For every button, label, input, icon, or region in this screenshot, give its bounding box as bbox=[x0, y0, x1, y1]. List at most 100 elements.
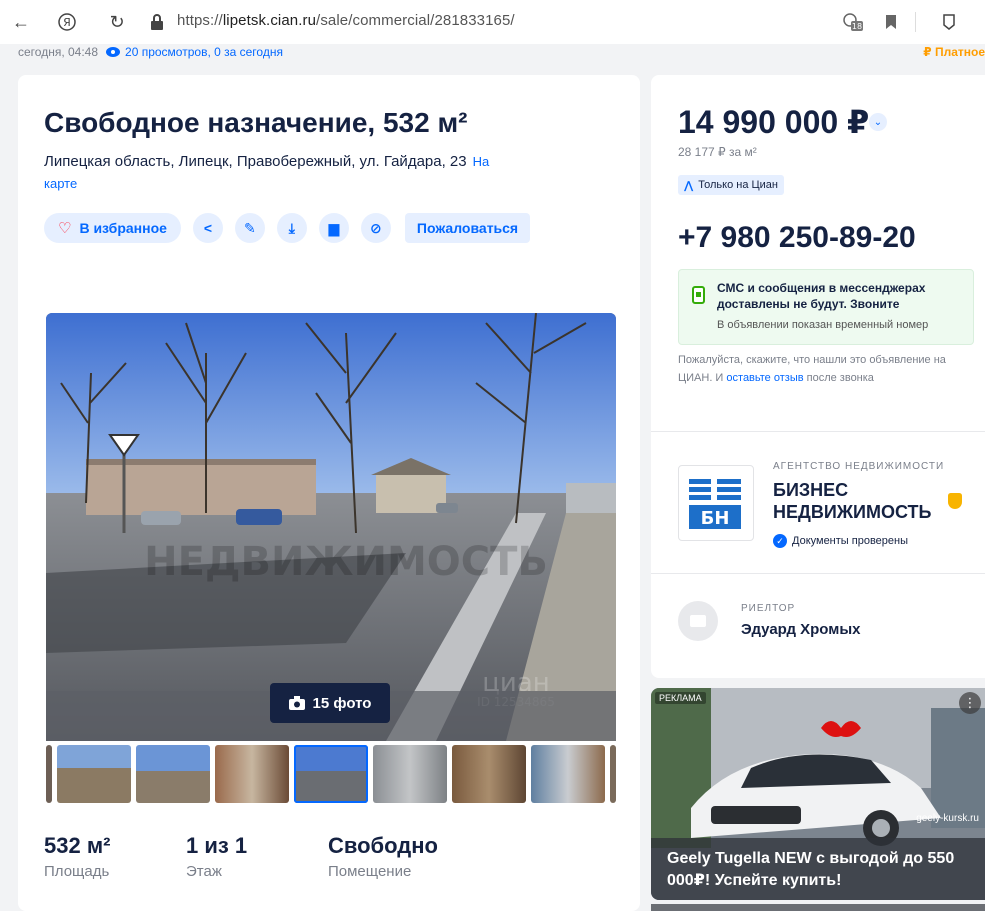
photo-count-button[interactable]: 15 фото bbox=[270, 683, 390, 723]
publish-date: сегодня, 04:48 bbox=[18, 45, 99, 59]
thumbnail[interactable] bbox=[610, 745, 616, 803]
stat-value: Свободно bbox=[328, 833, 438, 858]
hide-button[interactable]: ⊘ bbox=[360, 213, 391, 243]
listing-stats: 532 м² Площадь 1 из 1 Этаж Свободно Поме… bbox=[44, 833, 470, 880]
camera-icon bbox=[288, 696, 305, 710]
only-cian-label: Только на Циан bbox=[698, 179, 778, 191]
thumbnail[interactable] bbox=[57, 745, 131, 803]
street-photo-image: НЕДВИЖИМОСТЬ циан ID 12534865 bbox=[46, 313, 616, 741]
ad-tag: РЕКЛАМА bbox=[655, 692, 706, 704]
thumbnail[interactable] bbox=[136, 745, 210, 803]
yandex-icon[interactable]: Я bbox=[56, 11, 78, 33]
stat-label: Помещение bbox=[328, 863, 412, 880]
stat-area: 532 м² Площадь bbox=[44, 833, 186, 880]
listing-title: Свободное назначение, 532 м² bbox=[44, 107, 468, 138]
download-arrow-icon: ⤓ bbox=[288, 219, 295, 236]
printer-icon: ▆ bbox=[328, 219, 340, 236]
toolbar-divider bbox=[915, 12, 916, 32]
documents-verified: ✓ Документы проверены bbox=[773, 534, 908, 548]
next-ad-edge bbox=[651, 904, 985, 911]
stat-value: 532 м² bbox=[44, 833, 111, 858]
complain-button[interactable]: Пожаловаться bbox=[404, 213, 531, 243]
agency-logo-image: БН bbox=[689, 479, 741, 529]
leave-review-link[interactable]: оставьте отзыв bbox=[726, 372, 803, 384]
share-icon: < bbox=[203, 220, 212, 236]
price-per-meter: 28 177 ₽ за м² bbox=[678, 145, 757, 159]
browser-toolbar: ← Я ↻ https://lipetsk.cian.ru/sale/comme… bbox=[0, 0, 985, 44]
realtor-type: РИЕЛТОР bbox=[741, 603, 796, 614]
paid-badge: ₽ Платное bbox=[923, 45, 985, 59]
listing-meta: сегодня, 04:48 20 просмотров, 0 за сегод… bbox=[18, 45, 283, 59]
ad-domain: geely-kursk.ru bbox=[916, 813, 979, 824]
cian-mark-icon: ⋀ bbox=[684, 179, 694, 192]
agency-type: АГЕНТСТВО НЕДВИЖИМОСТИ bbox=[773, 461, 945, 472]
briefcase-icon bbox=[690, 615, 706, 627]
thumbnail[interactable] bbox=[46, 745, 52, 803]
address-text: Липецкая область, Липецк, Правобережный,… bbox=[44, 153, 467, 170]
svg-text:Я: Я bbox=[63, 16, 71, 29]
check-badge-icon: ✓ bbox=[773, 534, 787, 548]
photo-count-label: 15 фото bbox=[312, 694, 372, 712]
share-button[interactable]: < bbox=[192, 213, 223, 243]
extensions-badge: 18 bbox=[852, 22, 862, 31]
lock-icon bbox=[146, 11, 168, 33]
sidebar-divider bbox=[651, 573, 985, 574]
realtor-avatar[interactable] bbox=[678, 601, 718, 641]
eye-icon bbox=[106, 47, 121, 57]
realtor-name[interactable]: Эдуард Хромых bbox=[741, 621, 861, 638]
price-sidebar: 14 990 000 ₽ ⌄ 28 177 ₽ за м² ⋀ Только н… bbox=[651, 75, 985, 678]
back-arrow-icon[interactable]: ← bbox=[10, 11, 32, 33]
phone-lock-icon bbox=[692, 286, 705, 304]
stat-value: 1 из 1 bbox=[186, 833, 248, 858]
sms-warning-box: СМС и сообщения в мессенджерах доставлен… bbox=[678, 269, 974, 345]
pencil-icon: ✎ bbox=[244, 219, 256, 236]
agency-logo[interactable]: БН bbox=[678, 465, 754, 541]
views-counter[interactable]: 20 просмотров, 0 за сегодня bbox=[106, 45, 283, 59]
feedback-text-after: после звонка bbox=[803, 372, 874, 384]
thumbnail[interactable] bbox=[452, 745, 526, 803]
thumbnail[interactable] bbox=[215, 745, 289, 803]
documents-verified-label: Документы проверены bbox=[792, 535, 909, 547]
agency-logo-text: БН bbox=[701, 508, 730, 529]
stat-premises: Свободно Помещение bbox=[328, 833, 470, 880]
eye-off-icon: ⊘ bbox=[370, 219, 382, 236]
only-cian-badge: ⋀ Только на Циан bbox=[678, 175, 784, 195]
print-button[interactable]: ▆ bbox=[318, 213, 349, 243]
ad-headline[interactable]: Geely Tugella NEW с выгодой до 550 000₽!… bbox=[667, 848, 967, 892]
thumbnail[interactable] bbox=[531, 745, 605, 803]
bookmark-icon[interactable] bbox=[880, 11, 902, 33]
price-history-chevron-icon[interactable]: ⌄ bbox=[869, 113, 887, 131]
shield-icon bbox=[948, 493, 962, 509]
photo-watermark: НЕДВИЖИМОСТЬ bbox=[144, 539, 548, 585]
stat-floor: 1 из 1 Этаж bbox=[186, 833, 328, 880]
reload-icon[interactable]: ↻ bbox=[106, 11, 128, 33]
main-photo[interactable]: НЕДВИЖИМОСТЬ циан ID 12534865 15 фото bbox=[46, 313, 616, 741]
edit-button[interactable]: ✎ bbox=[234, 213, 265, 243]
listing-card: Свободное назначение, 532 м² Липецкая об… bbox=[18, 75, 640, 911]
url-scheme: https:// bbox=[177, 12, 223, 29]
heart-icon: ♡ bbox=[58, 220, 72, 237]
stat-label: Площадь bbox=[44, 863, 110, 880]
listing-address: Липецкая область, Липецк, Правобережный,… bbox=[44, 151, 524, 195]
thumbnail-active[interactable] bbox=[294, 745, 368, 803]
views-text: 20 просмотров, 0 за сегодня bbox=[125, 45, 283, 59]
listing-actions: ♡ В избранное < ✎ ⤓ ▆ ⊘ Пожаловаться bbox=[44, 213, 531, 243]
sidebar-divider bbox=[651, 431, 985, 432]
agency-name[interactable]: БИЗНЕС НЕДВИЖИМОСТЬ bbox=[773, 479, 948, 523]
price: 14 990 000 ₽ bbox=[678, 104, 870, 140]
address-bar[interactable]: https://lipetsk.cian.ru/sale/commercial/… bbox=[177, 12, 515, 29]
stat-label: Этаж bbox=[186, 863, 222, 880]
favorite-button[interactable]: ♡ В избранное bbox=[44, 213, 181, 243]
download-icon[interactable] bbox=[938, 11, 960, 33]
more-options-icon[interactable]: ⋮ bbox=[959, 692, 981, 714]
favorite-label: В избранное bbox=[79, 220, 167, 236]
sms-warning-text: СМС и сообщения в мессенджерах доставлен… bbox=[717, 281, 926, 311]
download-button[interactable]: ⤓ bbox=[276, 213, 307, 243]
ad-banner[interactable]: РЕКЛАМА ⋮ geely-kursk.ru Geely Tugella N… bbox=[651, 688, 985, 900]
phone-number[interactable]: +7 980 250-89-20 bbox=[678, 221, 916, 255]
temp-number-note: В объявлении показан временный номер bbox=[717, 319, 929, 331]
feedback-note: Пожалуйста, скажите, что нашли это объяв… bbox=[678, 351, 968, 387]
extensions-icon[interactable]: 18 bbox=[842, 11, 864, 33]
url-path: /sale/commercial/281833165/ bbox=[316, 12, 515, 29]
thumbnail[interactable] bbox=[373, 745, 447, 803]
